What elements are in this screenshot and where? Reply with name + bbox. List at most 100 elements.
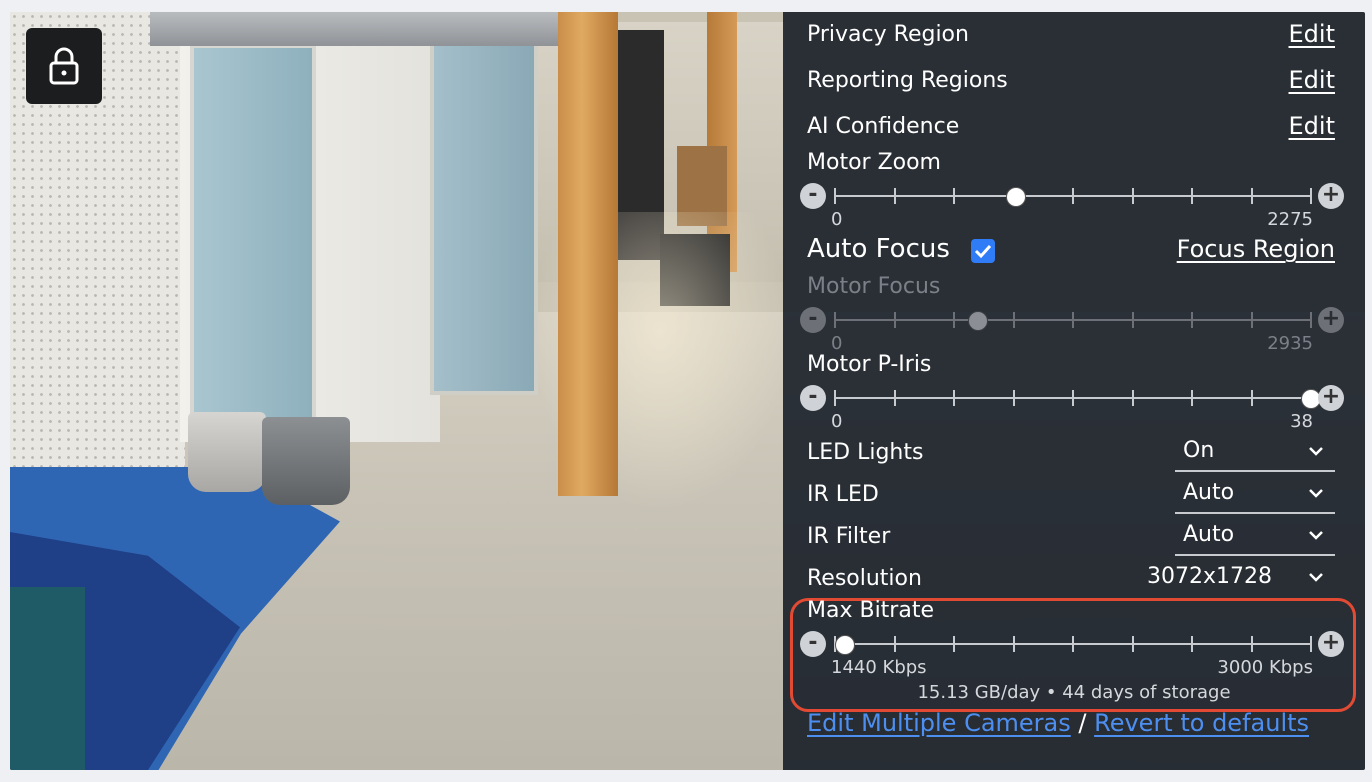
motor-focus-decrease-button: - [800, 307, 826, 333]
lock-button[interactable] [26, 28, 102, 104]
motor-focus-slider: - + [800, 305, 1344, 335]
chevron-down-icon [1309, 447, 1323, 456]
led-lights-label: LED Lights [807, 440, 924, 465]
motor-piris-increase-button[interactable]: + [1318, 385, 1344, 411]
slider-tick [953, 188, 955, 204]
ir-led-row: IR LED Auto [807, 476, 1335, 514]
resolution-select[interactable]: 3072x1728 [1145, 560, 1335, 596]
slider-tick [1250, 312, 1253, 328]
motor-piris-slider[interactable]: - + [800, 383, 1344, 413]
auto-focus-checkbox[interactable] [970, 238, 995, 263]
link-separator: / [1070, 709, 1095, 737]
range-max: 3000 Kbps [1217, 657, 1313, 678]
ir-led-label: IR LED [807, 482, 879, 507]
slider-tick [1250, 188, 1253, 204]
motor-zoom-decrease-button[interactable]: - [800, 183, 826, 209]
ir-filter-label: IR Filter [807, 524, 891, 549]
slider-tick [1072, 636, 1074, 652]
slider-tick [1310, 312, 1312, 328]
slider-tick [1131, 390, 1134, 406]
camera-settings-panel: ··· Privacy Region Edit Reporting Region… [783, 12, 1365, 770]
slider-tick [893, 636, 896, 652]
slider-tick [1191, 636, 1193, 652]
checkmark-icon [974, 244, 992, 258]
slider-tick [834, 312, 836, 328]
slider-tick [834, 390, 836, 406]
reporting-regions-label: Reporting Regions [807, 67, 1008, 93]
slider-tick [834, 188, 836, 204]
slider-tick [893, 312, 896, 328]
motor-focus-label: Motor Focus [807, 274, 941, 299]
reporting-regions-row: Reporting Regions Edit [807, 66, 1335, 94]
camera-view: ··· Privacy Region Edit Reporting Region… [10, 12, 1365, 770]
motor-piris-label: Motor P-Iris [807, 352, 932, 377]
slider-track[interactable] [834, 635, 1312, 655]
slider-tick [893, 390, 896, 406]
slider-tick [953, 312, 955, 328]
chevron-down-icon [1309, 573, 1323, 582]
motor-piris-decrease-button[interactable]: - [800, 385, 826, 411]
slider-tick [1250, 390, 1253, 406]
slider-tick [953, 636, 955, 652]
slider-tick [1191, 390, 1193, 406]
range-max: 38 [1290, 411, 1313, 432]
range-max: 2275 [1267, 209, 1313, 230]
led-lights-row: LED Lights On [807, 434, 1335, 472]
ir-filter-select[interactable]: Auto [1175, 518, 1335, 556]
range-max: 2935 [1267, 333, 1313, 354]
slider-tick [953, 390, 955, 406]
motor-zoom-range: 0 2275 [831, 209, 1313, 230]
focus-region-link[interactable]: Focus Region [1177, 235, 1335, 263]
slider-tick [893, 188, 896, 204]
slider-tick [1310, 636, 1312, 652]
slider-track[interactable] [834, 389, 1321, 409]
privacy-region-edit-link[interactable]: Edit [1289, 20, 1335, 48]
slider-knob [967, 311, 988, 331]
slider-track [834, 311, 1312, 331]
select-value: 3072x1728 [1147, 564, 1272, 589]
motor-zoom-increase-button[interactable]: + [1318, 183, 1344, 209]
ai-confidence-edit-link[interactable]: Edit [1289, 112, 1335, 140]
ai-confidence-label: AI Confidence [807, 113, 960, 139]
privacy-region-label: Privacy Region [807, 21, 969, 47]
max-bitrate-decrease-button[interactable]: - [800, 631, 826, 657]
max-bitrate-slider[interactable]: - + [800, 629, 1344, 659]
auto-focus-group: Auto Focus [807, 234, 995, 265]
slider-tick [1012, 636, 1015, 652]
storage-estimate: 15.13 GB/day • 44 days of storage [917, 682, 1231, 703]
max-bitrate-label: Max Bitrate [807, 598, 934, 623]
reporting-regions-edit-link[interactable]: Edit [1289, 66, 1335, 94]
lock-icon [49, 47, 79, 85]
motor-focus-increase-button: + [1318, 307, 1344, 333]
revert-to-defaults-link[interactable]: Revert to defaults [1094, 709, 1309, 737]
led-lights-select[interactable]: On [1175, 434, 1335, 472]
slider-tick [1131, 312, 1134, 328]
select-value: Auto [1183, 480, 1235, 505]
slider-track[interactable] [834, 187, 1312, 207]
range-min: 0 [831, 333, 843, 354]
chevron-down-icon [1309, 531, 1323, 540]
select-value: Auto [1183, 522, 1235, 547]
resolution-label: Resolution [807, 566, 922, 591]
max-bitrate-range: 1440 Kbps 3000 Kbps [831, 657, 1313, 678]
slider-tick [1250, 636, 1253, 652]
range-min: 1440 Kbps [831, 657, 927, 678]
ir-led-select[interactable]: Auto [1175, 476, 1335, 514]
select-value: On [1183, 438, 1215, 463]
slider-knob[interactable] [1005, 187, 1026, 207]
slider-tick [1012, 390, 1015, 406]
motor-zoom-slider[interactable]: - + [800, 181, 1344, 211]
auto-focus-label: Auto Focus [807, 234, 950, 264]
max-bitrate-increase-button[interactable]: + [1318, 631, 1344, 657]
edit-multiple-cameras-link[interactable]: Edit Multiple Cameras [807, 709, 1071, 737]
privacy-region-row: Privacy Region Edit [807, 20, 1335, 48]
motor-focus-range: 0 2935 [831, 333, 1313, 354]
slider-knob[interactable] [834, 635, 855, 655]
slider-tick [1131, 188, 1134, 204]
slider-tick [1072, 312, 1074, 328]
ai-confidence-row: AI Confidence Edit [807, 112, 1335, 140]
slider-tick [1191, 312, 1193, 328]
auto-focus-row: Auto Focus Focus Region [807, 234, 1335, 265]
motor-zoom-label: Motor Zoom [807, 150, 941, 175]
slider-tick [1072, 188, 1074, 204]
